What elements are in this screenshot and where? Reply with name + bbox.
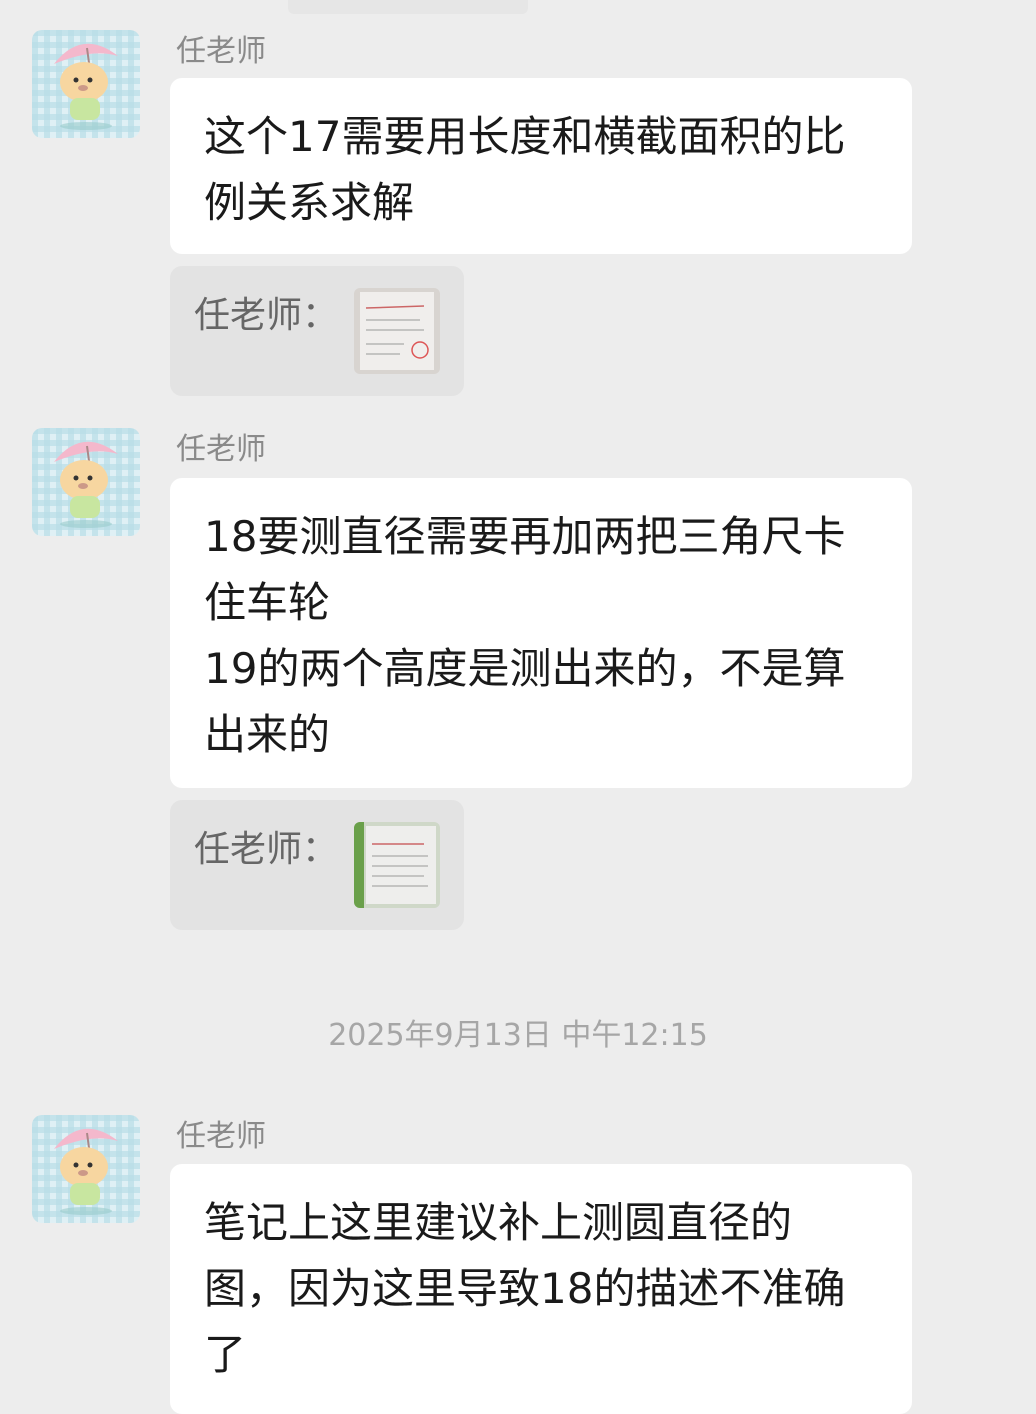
message-bubble[interactable]: 笔记上这里建议补上测圆直径的 图，因为这里导致18的描述不准确 了: [170, 1164, 912, 1414]
sender-name: 任老师: [176, 1119, 266, 1154]
message-bubble[interactable]: 这个17需要用长度和横截面积的比 例关系求解: [170, 78, 912, 254]
message-line: 住车轮: [204, 578, 331, 627]
avatar-image: [32, 1115, 140, 1223]
quote-label: 任老师：: [194, 829, 339, 870]
document-photo-icon: [354, 288, 440, 374]
message-line: 出来的: [204, 710, 331, 759]
message-line: 例关系求解: [204, 178, 415, 227]
message-bubble[interactable]: 18要测直径需要再加两把三角尺卡 住车轮 19的两个高度是测出来的，不是算 出来…: [170, 478, 912, 788]
sender-avatar[interactable]: [32, 30, 140, 138]
top-bar-stub: [288, 0, 528, 14]
sender-name: 任老师: [176, 432, 266, 467]
message-line: 图，因为这里导致18的描述不准确: [204, 1264, 846, 1313]
quote-label: 任老师：: [194, 295, 339, 336]
message-line: 这个17需要用长度和横截面积的比: [204, 112, 846, 161]
quote-image-thumbnail[interactable]: [354, 288, 440, 374]
quote-image-thumbnail[interactable]: [354, 822, 440, 908]
message-line: 18要测直径需要再加两把三角尺卡: [204, 512, 846, 561]
avatar-image: [32, 428, 140, 536]
message-line: 19的两个高度是测出来的，不是算: [204, 644, 846, 693]
message-line: 笔记上这里建议补上测圆直径的: [204, 1198, 793, 1247]
message-line: 了: [204, 1330, 247, 1379]
quoted-message[interactable]: 任老师：: [170, 266, 464, 396]
document-photo-icon: [354, 822, 440, 908]
sender-name: 任老师: [176, 34, 266, 69]
quoted-message[interactable]: 任老师：: [170, 800, 464, 930]
sender-avatar[interactable]: [32, 428, 140, 536]
chat-timestamp: 2025年9月13日 中午12:15: [328, 1018, 708, 1053]
avatar-image: [32, 30, 140, 138]
sender-avatar[interactable]: [32, 1115, 140, 1223]
